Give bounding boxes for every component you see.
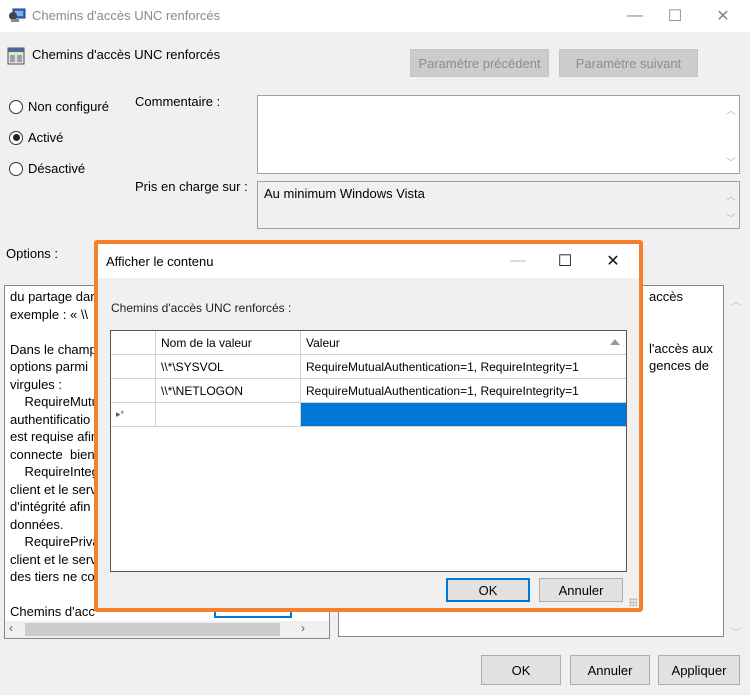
row-header[interactable] — [111, 355, 156, 378]
policy-title: Chemins d'accès UNC renforcés — [32, 47, 221, 62]
column-header-value[interactable]: Valeur — [301, 331, 626, 354]
row-header-corner — [111, 331, 156, 354]
radio-label: Désactivé — [28, 161, 86, 176]
policy-setting-icon — [7, 47, 25, 65]
cell-value-name[interactable]: \\*\SYSVOL — [156, 355, 301, 378]
scroll-up-icon[interactable]: ︿ — [726, 188, 736, 203]
column-header-value-label: Valeur — [306, 335, 340, 350]
scroll-up-icon[interactable]: ︿ — [726, 102, 736, 117]
comment-label: Commentaire : — [135, 94, 221, 109]
radio-selected-dot — [12, 134, 20, 141]
supported-on-field: Au minimum Windows Vista ︿ ﹀ — [257, 181, 740, 229]
scroll-up-icon[interactable]: ︿ — [731, 293, 741, 308]
dialog-list-label: Chemins d'accès UNC renforcés : — [111, 301, 292, 315]
scroll-left-icon[interactable]: ‹ — [9, 621, 13, 635]
scroll-right-icon[interactable]: › — [301, 621, 305, 635]
radio-disabled[interactable]: Désactivé — [9, 161, 85, 176]
title-bar: Chemins d'accès UNC renforcés — ☐ ✕ — [0, 0, 750, 32]
help-text-fragment: accès — [649, 289, 683, 304]
cell-value-name-input[interactable] — [156, 403, 301, 426]
resize-grip-icon[interactable] — [629, 598, 637, 606]
sort-ascending-icon — [610, 339, 620, 345]
dialog-minimize-button[interactable]: — — [495, 244, 541, 278]
row-header[interactable]: ▸* — [111, 403, 156, 426]
new-row-indicator-icon: ▸* — [116, 409, 125, 419]
cell-value[interactable]: RequireMutualAuthentication=1, RequireIn… — [301, 379, 626, 402]
radio-circle[interactable] — [9, 130, 23, 145]
previous-setting-button[interactable]: Paramètre précédent — [410, 49, 549, 77]
column-header-name[interactable]: Nom de la valeur — [156, 331, 301, 354]
radio-circle[interactable] — [9, 161, 23, 176]
maximize-button[interactable]: ☐ — [652, 0, 698, 32]
cell-value[interactable]: RequireMutualAuthentication=1, RequireIn… — [301, 355, 626, 378]
supported-on-label: Pris en charge sur : — [135, 179, 248, 194]
radio-label: Activé — [28, 130, 64, 145]
row-header[interactable] — [111, 379, 156, 402]
dialog-title: Afficher le contenu — [106, 254, 214, 269]
apply-button[interactable]: Appliquer — [658, 655, 740, 685]
radio-label: Non configuré — [28, 99, 109, 114]
scroll-down-icon[interactable]: ﹀ — [726, 210, 736, 225]
values-grid[interactable]: Nom de la valeur Valeur \\*\SYSVOL Requi… — [110, 330, 627, 572]
options-label: Options : — [6, 246, 59, 261]
window-title: Chemins d'accès UNC renforcés — [32, 8, 221, 23]
comment-textarea[interactable]: ︿ ﹀ — [257, 95, 740, 174]
next-setting-button[interactable]: Paramètre suivant — [559, 49, 698, 77]
group-policy-icon — [9, 8, 26, 22]
help-text-fragment: l'accès aux — [649, 341, 713, 356]
grid-header-row: Nom de la valeur Valeur — [111, 331, 626, 355]
help-text-fragment: gences de — [649, 358, 709, 373]
cancel-button[interactable]: Annuler — [570, 655, 650, 685]
radio-not-configured[interactable]: Non configuré — [9, 99, 109, 114]
table-row[interactable]: \\*\NETLOGON RequireMutualAuthentication… — [111, 379, 626, 403]
scroll-down-icon[interactable]: ﹀ — [726, 154, 736, 169]
horizontal-scrollbar[interactable]: ‹ › — [5, 621, 329, 638]
cell-value-name[interactable]: \\*\NETLOGON — [156, 379, 301, 402]
cell-value-input-selected[interactable] — [301, 403, 626, 426]
close-button[interactable]: ✕ — [700, 0, 746, 32]
dialog-ok-button[interactable]: OK — [446, 578, 530, 602]
dialog-title-bar: Afficher le contenu — ☐ ✕ — [98, 244, 639, 278]
scroll-down-icon[interactable]: ﹀ — [731, 624, 741, 639]
radio-enabled[interactable]: Activé — [9, 130, 63, 145]
dialog-cancel-button[interactable]: Annuler — [539, 578, 623, 602]
dialog-close-button[interactable]: ✕ — [590, 244, 636, 278]
ok-button[interactable]: OK — [481, 655, 561, 685]
new-row[interactable]: ▸* — [111, 403, 626, 427]
radio-circle[interactable] — [9, 99, 23, 114]
scrollbar-thumb[interactable] — [25, 623, 280, 636]
show-contents-dialog: Afficher le contenu — ☐ ✕ Chemins d'accè… — [94, 240, 643, 612]
dialog-maximize-button[interactable]: ☐ — [542, 244, 588, 278]
supported-on-value: Au minimum Windows Vista — [264, 186, 425, 201]
table-row[interactable]: \\*\SYSVOL RequireMutualAuthentication=1… — [111, 355, 626, 379]
